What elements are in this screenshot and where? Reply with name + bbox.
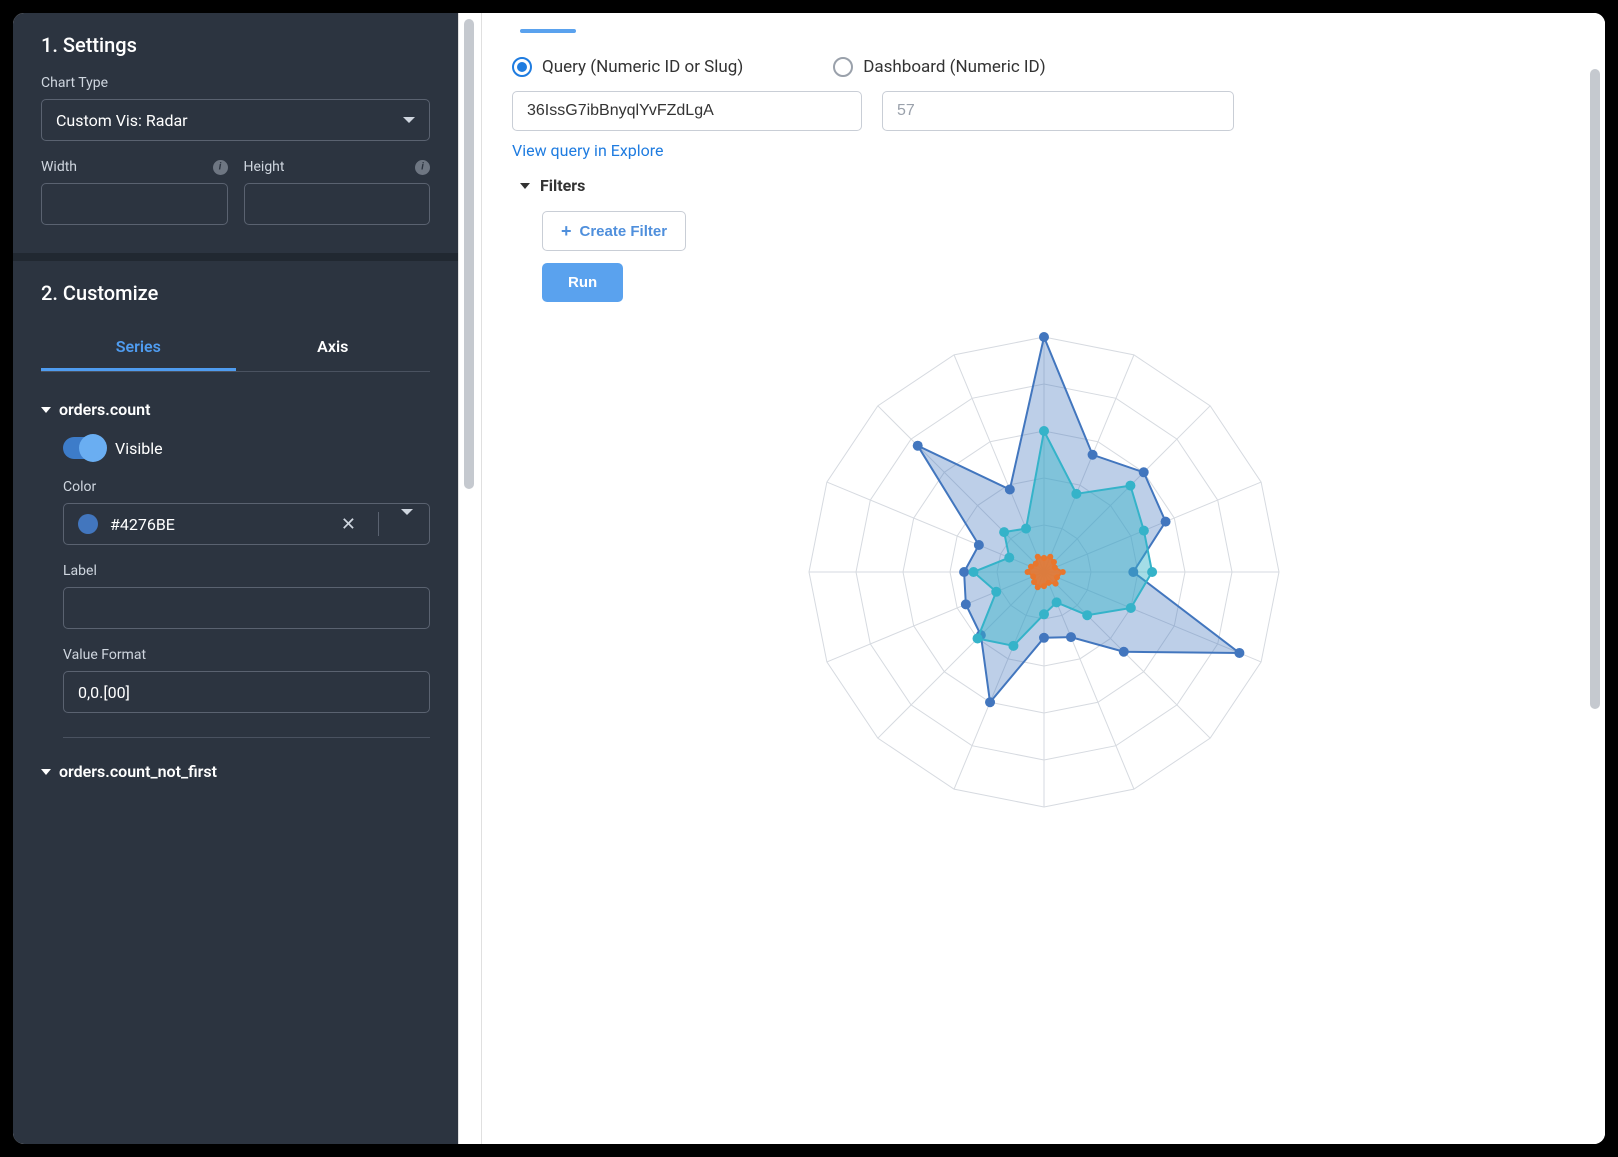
series-label-input[interactable] xyxy=(63,587,430,629)
create-filter-button[interactable]: + Create Filter xyxy=(542,211,686,251)
color-label-text: Color xyxy=(63,479,96,495)
value-format-label: Value Format xyxy=(63,647,430,663)
series-label-label: Label xyxy=(63,563,430,579)
query-id-input[interactable] xyxy=(512,91,862,131)
filters-header[interactable]: Filters xyxy=(520,176,1575,195)
scrollbar-thumb[interactable] xyxy=(464,19,474,489)
scrollbar-thumb[interactable] xyxy=(1590,69,1600,709)
radio-checked-icon xyxy=(512,57,532,77)
source-input-row xyxy=(512,91,1575,131)
height-label: Height xyxy=(244,159,431,175)
caret-down-icon xyxy=(41,407,51,413)
visible-toggle[interactable] xyxy=(63,437,103,459)
divider xyxy=(63,737,430,738)
settings-title: 1. Settings xyxy=(41,33,430,57)
customize-section: 2. Customize Series Axis orders.count Vi… xyxy=(13,261,458,1144)
color-label: Color xyxy=(63,479,430,495)
right-scrollbar[interactable] xyxy=(1583,13,1605,1144)
chart-type-label-text: Chart Type xyxy=(41,75,108,91)
width-label-text: Width xyxy=(41,159,77,175)
query-radio-option[interactable]: Query (Numeric ID or Slug) xyxy=(512,57,743,77)
dashboard-id-input[interactable] xyxy=(882,91,1234,131)
width-label: Width xyxy=(41,159,228,175)
customize-title: 2. Customize xyxy=(41,281,430,305)
value-format-value: 0,0.[00] xyxy=(78,683,130,702)
explore-link[interactable]: View query in Explore xyxy=(512,141,664,160)
height-label-text: Height xyxy=(244,159,285,175)
app-frame: 1. Settings Chart Type Custom Vis: Radar… xyxy=(10,10,1608,1147)
customize-tabs: Series Axis xyxy=(41,323,430,372)
create-filter-label: Create Filter xyxy=(580,223,668,240)
tab-axis[interactable]: Axis xyxy=(236,323,431,371)
color-dropdown-button[interactable] xyxy=(391,515,423,534)
series-group: orders.count_not_first xyxy=(41,762,430,781)
tab-series[interactable]: Series xyxy=(41,323,236,371)
series-group: orders.count Visible Color #4276BE xyxy=(41,400,430,738)
filters-label: Filters xyxy=(540,176,585,195)
settings-sidebar: 1. Settings Chart Type Custom Vis: Radar… xyxy=(13,13,458,1144)
series-label-text: Label xyxy=(63,563,97,579)
run-button[interactable]: Run xyxy=(542,263,623,302)
series-name: orders.count xyxy=(59,400,150,419)
chevron-down-icon xyxy=(401,509,413,534)
color-value: #4276BE xyxy=(110,515,319,534)
active-tab-indicator xyxy=(520,29,576,33)
value-format-label-text: Value Format xyxy=(63,647,146,663)
plus-icon: + xyxy=(561,222,572,240)
dashboard-radio-label: Dashboard (Numeric ID) xyxy=(863,57,1045,77)
chart-type-value: Custom Vis: Radar xyxy=(56,111,188,130)
query-radio-label: Query (Numeric ID or Slug) xyxy=(542,57,743,77)
color-swatch xyxy=(78,514,98,534)
visible-toggle-row: Visible xyxy=(63,437,430,459)
chart-type-label: Chart Type xyxy=(41,75,430,91)
radio-unchecked-icon xyxy=(833,57,853,77)
value-format-input[interactable]: 0,0.[00] xyxy=(63,671,430,713)
color-input[interactable]: #4276BE ✕ xyxy=(63,503,430,545)
caret-down-icon xyxy=(520,183,530,189)
info-icon[interactable] xyxy=(213,160,228,175)
height-input[interactable] xyxy=(244,183,431,225)
series-name: orders.count_not_first xyxy=(59,762,217,781)
visible-label: Visible xyxy=(115,439,163,458)
clear-icon[interactable]: ✕ xyxy=(331,514,366,535)
caret-down-icon xyxy=(41,769,51,775)
chart-type-select[interactable]: Custom Vis: Radar xyxy=(41,99,430,141)
separator xyxy=(378,512,379,536)
radar-chart xyxy=(512,312,1575,832)
main-panel: Query (Numeric ID or Slug) Dashboard (Nu… xyxy=(482,13,1605,1144)
dashboard-radio-option[interactable]: Dashboard (Numeric ID) xyxy=(833,57,1045,77)
settings-section: 1. Settings Chart Type Custom Vis: Radar… xyxy=(13,13,458,261)
series-header[interactable]: orders.count_not_first xyxy=(41,762,430,781)
chevron-down-icon xyxy=(403,117,415,123)
width-input[interactable] xyxy=(41,183,228,225)
source-radio-group: Query (Numeric ID or Slug) Dashboard (Nu… xyxy=(512,57,1575,77)
info-icon[interactable] xyxy=(415,160,430,175)
left-scrollbar[interactable] xyxy=(458,13,482,1144)
series-header[interactable]: orders.count xyxy=(41,400,430,419)
